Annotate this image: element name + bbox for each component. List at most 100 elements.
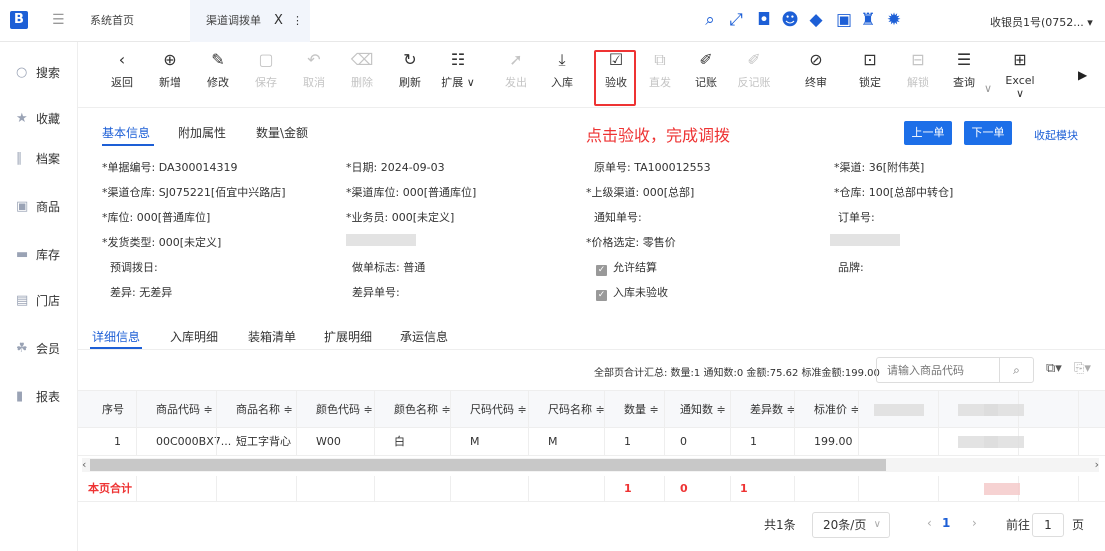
member-icon: ☘ bbox=[16, 341, 28, 356]
prev-page-icon[interactable]: ‹ bbox=[927, 516, 932, 530]
tab-inbound-detail[interactable]: 入库明细 bbox=[170, 328, 218, 345]
column-divider bbox=[664, 391, 665, 427]
prev-button[interactable]: 上一单 bbox=[904, 121, 952, 145]
toolbar-button-5[interactable]: ⌫ 删除 bbox=[342, 48, 382, 90]
excel-icon: ⊞ bbox=[1013, 50, 1027, 69]
search-icon[interactable]: ⌕ bbox=[999, 358, 1033, 382]
tab-channel-transfer[interactable]: 渠道调拨单 X ⋮ bbox=[190, 0, 310, 42]
sidebar-item-3[interactable]: ▣ 商品 bbox=[0, 192, 78, 222]
total-count: 共1条 bbox=[764, 518, 796, 532]
tab-qty-amount[interactable]: 数量\金额 bbox=[256, 124, 308, 141]
tab-carrier-info[interactable]: 承运信息 bbox=[400, 328, 448, 345]
next-page-icon[interactable]: › bbox=[972, 516, 977, 530]
toolbar-button-4[interactable]: ↶ 取消 bbox=[294, 48, 334, 90]
scroll-right-icon[interactable]: › bbox=[1095, 458, 1099, 472]
more-dropdown-icon[interactable]: ∨ bbox=[984, 82, 992, 95]
tab-detail-info[interactable]: 详细信息 bbox=[92, 328, 140, 345]
column-divider bbox=[216, 428, 217, 455]
toolbar-button-12[interactable]: ✐ 记账 bbox=[686, 48, 726, 90]
toolbar-label: 修改 bbox=[207, 76, 229, 89]
toolbar-button-16[interactable]: ⊟ 解锁 bbox=[898, 48, 938, 90]
toolbar-button-9[interactable]: ⤓ 入库 bbox=[542, 48, 582, 90]
toolbar-button-18[interactable]: ⊞ Excel ∨ bbox=[1000, 48, 1040, 100]
table-cell: 00C000BX7... bbox=[156, 435, 232, 448]
toolbar-button-11[interactable]: ⧉ 直发 bbox=[640, 48, 680, 90]
toolbar-button-2[interactable]: ✎ 修改 bbox=[198, 48, 238, 90]
sidebar-item-label: 库存 bbox=[36, 248, 61, 262]
toolbar-button-7[interactable]: ☷ 扩展 ∨ bbox=[438, 48, 478, 90]
collapse-link[interactable]: 收起模块 bbox=[1034, 127, 1078, 143]
sidebar-item-0[interactable]: ○ 搜索 bbox=[0, 58, 78, 88]
toolbar-button-3[interactable]: ▢ 保存 bbox=[246, 48, 286, 90]
search-input[interactable] bbox=[877, 358, 997, 382]
page-number[interactable]: 1 bbox=[942, 516, 950, 530]
tab-home[interactable]: 系统首页 bbox=[90, 0, 134, 42]
more-icon[interactable]: ⋮ bbox=[292, 0, 303, 42]
column-header[interactable]: 商品代码 ≑ bbox=[156, 391, 213, 427]
bag-icon[interactable]: ◘ bbox=[754, 10, 774, 30]
allow-settle-checkbox[interactable]: ✓ 允许结算 bbox=[596, 259, 657, 276]
sidebar-item-5[interactable]: ▤ 门店 bbox=[0, 286, 78, 316]
user-menu[interactable]: 收银员1号(0752... ▾ bbox=[990, 14, 1093, 30]
horizontal-scrollbar[interactable]: ‹ › bbox=[82, 458, 1099, 472]
column-header[interactable]: 颜色名称 ≑ bbox=[394, 391, 451, 427]
tab-extended-detail[interactable]: 扩展明细 bbox=[324, 328, 372, 345]
unaccepted-checkbox[interactable]: ✓ 入库未验收 bbox=[596, 284, 668, 301]
shirt-icon[interactable]: ♜ bbox=[858, 10, 878, 30]
column-divider bbox=[528, 391, 529, 427]
chevron-down-icon: ∨ bbox=[873, 519, 881, 530]
column-settings-icon[interactable]: ⧉▾ bbox=[1046, 361, 1062, 376]
menu-toggle-icon[interactable]: ☰ bbox=[52, 12, 65, 28]
user-icon[interactable]: ☻ bbox=[780, 10, 800, 30]
monitor-icon[interactable]: ▣ bbox=[834, 10, 854, 30]
gear-icon[interactable]: ✹ bbox=[884, 10, 904, 30]
back-icon: ‹ bbox=[118, 50, 126, 69]
scroll-thumb[interactable] bbox=[90, 459, 886, 471]
toolbar-button-17[interactable]: ☰ 查询 bbox=[944, 48, 984, 90]
column-header[interactable]: 尺码名称 ≑ bbox=[548, 391, 605, 427]
page-size-select[interactable]: 20条/页 ∨ bbox=[812, 512, 890, 538]
expand-icon[interactable]: ⤢ bbox=[726, 10, 746, 30]
field-price-select: *价格选定: 零售价 bbox=[586, 236, 676, 249]
sidebar-item-4[interactable]: ▬ 库存 bbox=[0, 240, 78, 270]
toolbar-next-icon[interactable]: ▶ bbox=[1078, 68, 1087, 82]
column-header[interactable]: 尺码代码 ≑ bbox=[470, 391, 527, 427]
bulb-icon[interactable]: ◆ bbox=[806, 10, 826, 30]
scroll-left-icon[interactable]: ‹ bbox=[82, 458, 86, 472]
search-icon[interactable]: ⌕ bbox=[700, 10, 720, 30]
toolbar-button-6[interactable]: ↻ 刷新 bbox=[390, 48, 430, 90]
toolbar-button-0[interactable]: ‹ 返回 bbox=[102, 48, 142, 90]
column-header[interactable]: 通知数 ≑ bbox=[680, 391, 726, 427]
toolbar-button-8[interactable]: ➚ 发出 bbox=[496, 48, 536, 90]
toolbar-button-13[interactable]: ✐ 反记账 bbox=[734, 48, 774, 90]
toolbar-label: 查询 bbox=[953, 76, 975, 89]
toolbar-button-15[interactable]: ⊡ 锁定 bbox=[850, 48, 890, 90]
tab-basic-info[interactable]: 基本信息 bbox=[102, 124, 150, 141]
sidebar-item-7[interactable]: ▮ 报表 bbox=[0, 382, 78, 412]
next-button[interactable]: 下一单 bbox=[964, 121, 1012, 145]
toolbar-label: 解锁 bbox=[907, 76, 929, 89]
table-cell: 1 bbox=[114, 435, 121, 448]
sidebar-item-6[interactable]: ☘ 会员 bbox=[0, 334, 78, 364]
sidebar-item-2[interactable]: ∥ 档案 bbox=[0, 144, 78, 174]
column-header[interactable]: 差异数 ≑ bbox=[750, 391, 796, 427]
column-header[interactable]: 颜色代码 ≑ bbox=[316, 391, 373, 427]
field-parent-channel: *上级渠道: 000[总部] bbox=[586, 186, 695, 199]
goto-page-input[interactable]: 1 bbox=[1032, 513, 1064, 537]
close-icon[interactable]: X bbox=[274, 0, 283, 42]
copy-icon[interactable]: ⎘▾ bbox=[1074, 361, 1091, 376]
column-header[interactable]: 数量 ≑ bbox=[624, 391, 659, 427]
toolbar-button-1[interactable]: ⊕ 新增 bbox=[150, 48, 190, 90]
table-row[interactable]: 1 00C000BX7... 短工字背心 W00 白 M M 1 0 1 199.00 bbox=[78, 428, 1105, 456]
toolbar-label: 记账 bbox=[695, 76, 717, 89]
column-header[interactable]: 序号 bbox=[102, 391, 124, 427]
field-date: *日期: 2024-09-03 bbox=[346, 161, 445, 174]
toolbar-button-14[interactable]: ⊘ 终审 bbox=[796, 48, 836, 90]
tab-extra-attrs[interactable]: 附加属性 bbox=[178, 124, 226, 141]
column-header[interactable]: 商品名称 ≑ bbox=[236, 391, 293, 427]
tab-packing-list[interactable]: 装箱清单 bbox=[248, 328, 296, 345]
sidebar-item-1[interactable]: ★ 收藏 bbox=[0, 104, 78, 134]
field-ship-type: *发货类型: 000[未定义] bbox=[102, 236, 222, 249]
column-header[interactable]: 标准价 ≑ bbox=[814, 391, 860, 427]
field-warehouse: *仓库: 100[总部中转仓] bbox=[834, 186, 954, 199]
